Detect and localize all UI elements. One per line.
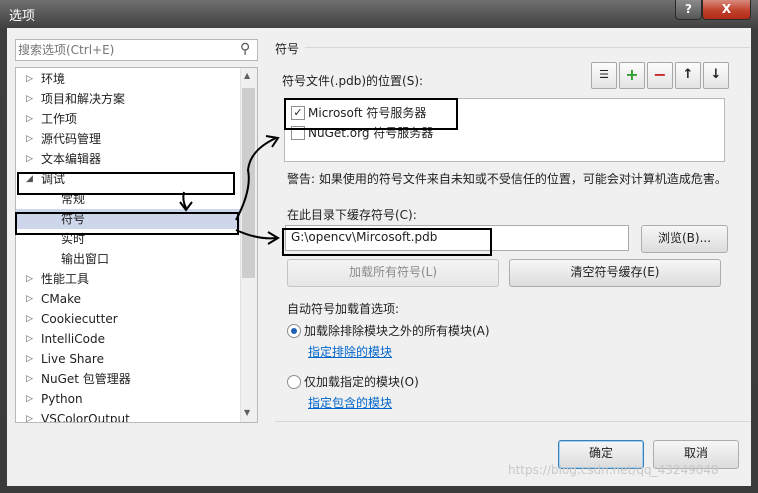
- arrow-to-ms-server: [235, 137, 277, 221]
- watermark-text: https://blog.csdn.net/qq_43249048: [508, 463, 719, 477]
- annotation-arrows: [179, 135, 280, 245]
